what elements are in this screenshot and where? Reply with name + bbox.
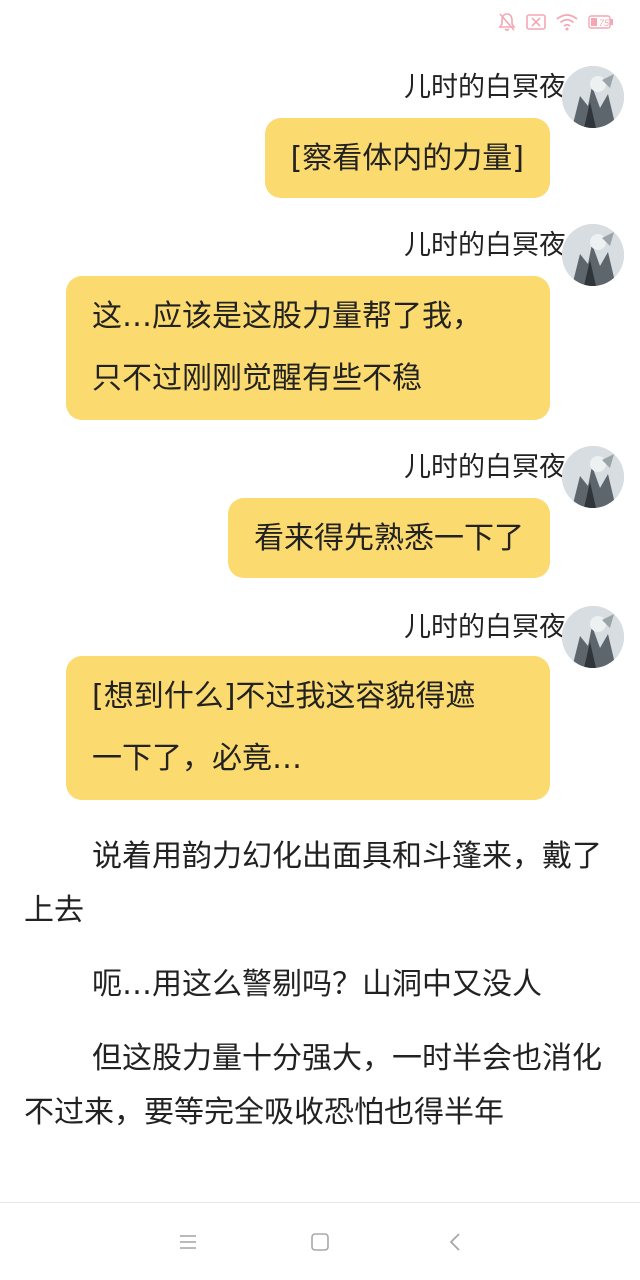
- home-icon[interactable]: [305, 1227, 335, 1257]
- sim-x-icon: [526, 13, 546, 31]
- narrative-paragraph: 说着用韵力幻化出面具和斗篷来，戴了上去: [24, 839, 602, 928]
- message-line: 一下了，必竟…: [92, 741, 302, 776]
- wifi-icon: [556, 13, 578, 31]
- avatar[interactable]: [562, 66, 624, 128]
- message-line: [想到什么]不过我这容貌得遮: [92, 679, 476, 714]
- menu-icon[interactable]: [173, 1227, 203, 1257]
- status-icons: 75: [498, 12, 614, 32]
- battery-icon: 75: [588, 14, 614, 30]
- sender-name: 儿时的白冥夜: [404, 230, 566, 261]
- message-line: 看来得先熟悉一下了: [254, 521, 524, 556]
- back-icon[interactable]: [440, 1227, 470, 1257]
- sender-name: 儿时的白冥夜: [404, 72, 566, 103]
- bell-muted-icon: [498, 12, 516, 32]
- navigation-bar: [0, 1203, 640, 1280]
- narrative-text: 说着用韵力幻化出面具和斗篷来，戴了上去 呃…用这么警剔吗？山洞中又没人 但这股力…: [24, 830, 606, 1140]
- avatar[interactable]: [562, 446, 624, 508]
- reader-screen: 75 儿时的白冥夜 [察看体内的力量] 儿时的白冥夜 这…应该是这股力量帮了我，…: [0, 0, 640, 1280]
- message-bubble: [想到什么]不过我这容貌得遮 一下了，必竟…: [66, 656, 550, 800]
- avatar[interactable]: [562, 606, 624, 668]
- message-bubble: [察看体内的力量]: [264, 118, 550, 198]
- narrative-paragraph: 但这股力量十分强大，一时半会也消化不过来，要等完全吸收恐怕也得半年: [24, 1041, 602, 1130]
- message-bubble: 这…应该是这股力量帮了我， 只不过刚刚觉醒有些不稳: [66, 276, 550, 420]
- avatar[interactable]: [562, 224, 624, 286]
- message-line: [察看体内的力量]: [290, 141, 524, 176]
- narrative-paragraph: 呃…用这么警剔吗？山洞中又没人: [92, 967, 542, 1002]
- sender-name: 儿时的白冥夜: [404, 452, 566, 483]
- message-bubble: 看来得先熟悉一下了: [228, 498, 550, 578]
- message-line: 这…应该是这股力量帮了我，: [92, 299, 482, 334]
- battery-level: 75: [599, 18, 610, 28]
- status-bar: 75: [0, 0, 640, 44]
- message-line: 只不过刚刚觉醒有些不稳: [92, 361, 422, 396]
- sender-name: 儿时的白冥夜: [404, 612, 566, 643]
